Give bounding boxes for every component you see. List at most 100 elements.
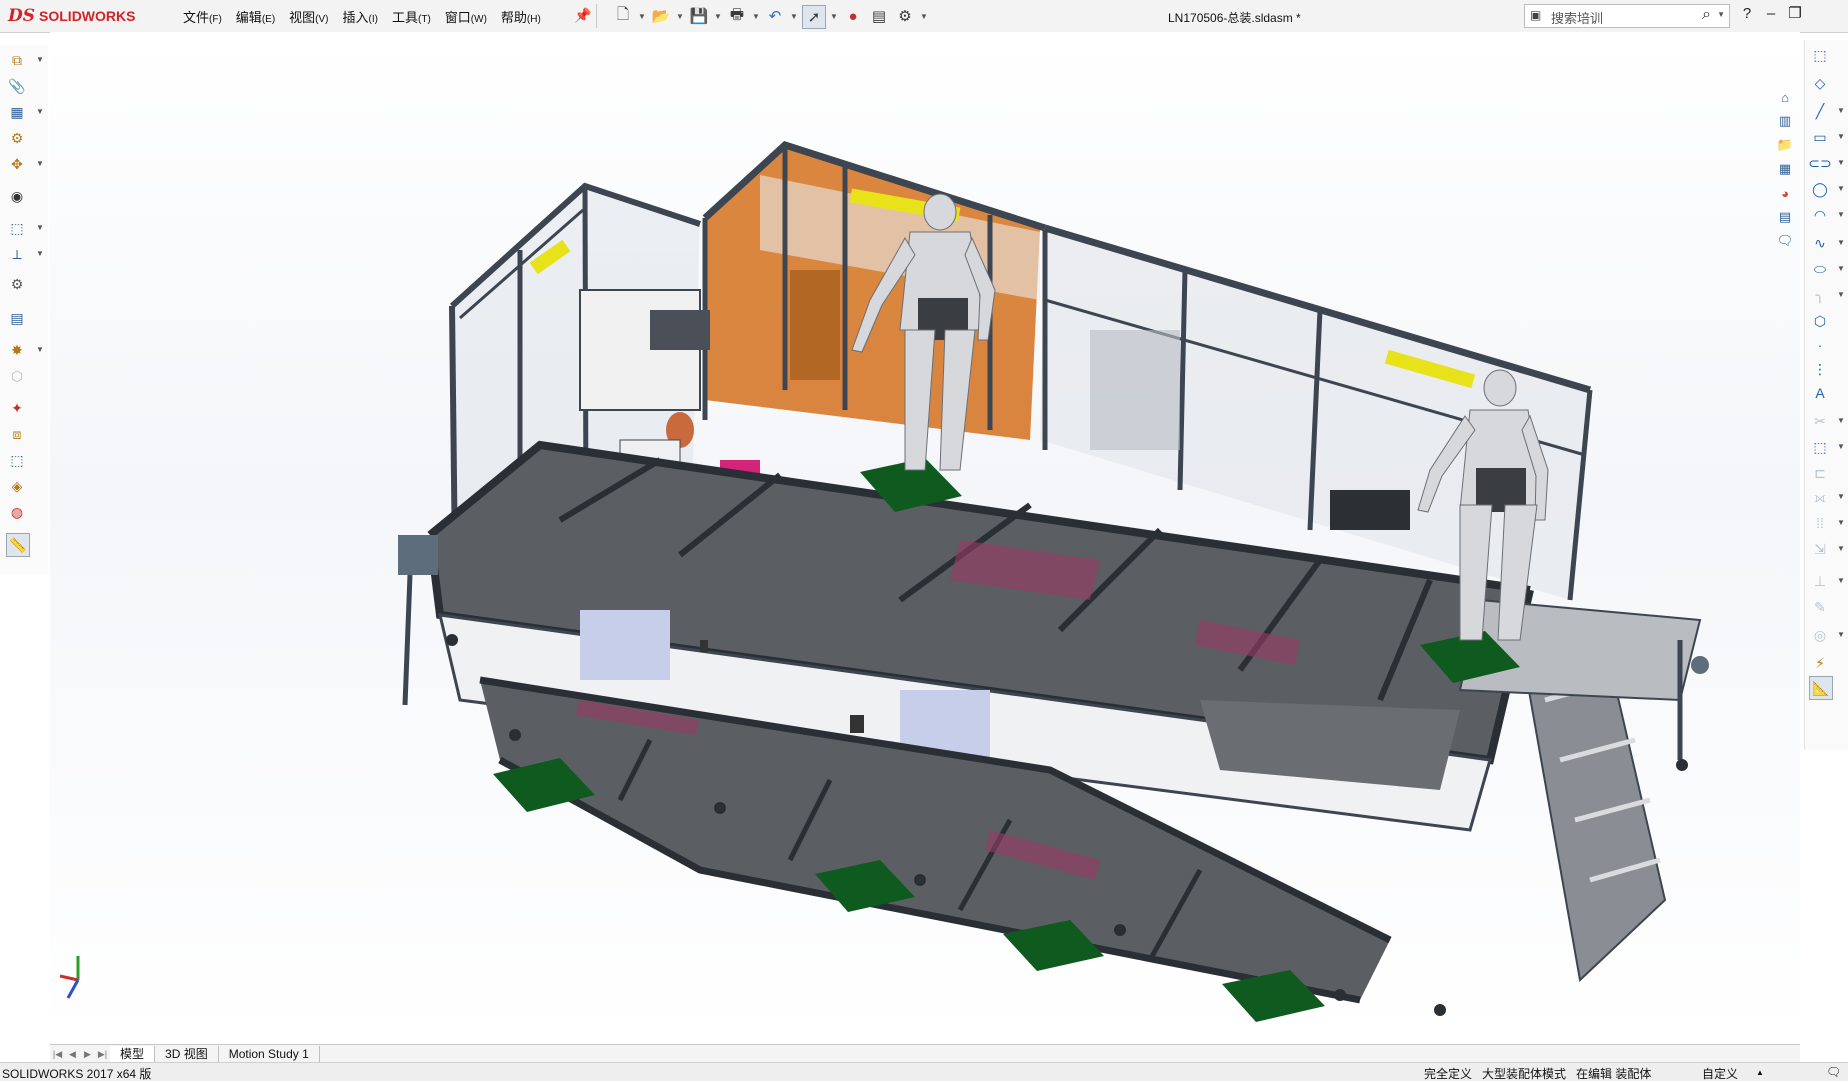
options-gear-icon[interactable]: ⚙	[894, 5, 916, 27]
rapid-sketch-icon[interactable]: ⚡	[1809, 652, 1831, 674]
chevron-down-icon[interactable]: ▼	[36, 223, 44, 232]
chevron-down-icon[interactable]: ▼	[1837, 132, 1845, 141]
smart-dimension-icon[interactable]: ◇	[1809, 72, 1831, 94]
insert-components-icon[interactable]: ⧉	[6, 49, 28, 71]
mate-icon[interactable]: 📎	[6, 75, 28, 97]
move-component-icon[interactable]: ✥	[6, 153, 28, 175]
search-input[interactable]: ▣ 搜索培训 ⌕ ▼	[1524, 4, 1730, 28]
chevron-down-icon[interactable]: ▼	[36, 107, 44, 116]
interference-check-icon[interactable]: ◈	[6, 475, 28, 497]
chevron-down-icon[interactable]: ▼	[830, 5, 838, 27]
open-folder-icon[interactable]: 📂	[650, 5, 672, 27]
polygon-icon[interactable]: ⬡	[1809, 310, 1831, 332]
undo-icon[interactable]: ↶	[764, 5, 786, 27]
exploded-view-icon[interactable]: ✸	[6, 339, 28, 361]
linear-pattern-icon[interactable]: ▦	[6, 101, 28, 123]
circle-icon[interactable]: ◯	[1809, 178, 1831, 200]
sketch-icon[interactable]: ⬚	[1809, 44, 1831, 66]
reference-geometry-icon[interactable]: ⟂	[6, 243, 28, 265]
tab-motion-study[interactable]: Motion Study 1	[219, 1046, 320, 1062]
help-icon[interactable]: ?	[1738, 5, 1756, 22]
file-explorer-icon[interactable]: 📁	[1774, 134, 1796, 156]
slot-icon[interactable]: ⊂⊃	[1808, 152, 1831, 174]
chevron-down-icon[interactable]: ▼	[1837, 184, 1845, 193]
next-tab-icon[interactable]: ▶	[80, 1049, 95, 1060]
prev-tab-icon[interactable]: ◀	[65, 1049, 80, 1060]
convert-entities-icon[interactable]: ⬚	[1809, 436, 1831, 458]
units-selector[interactable]: 自定义	[1702, 1065, 1738, 1082]
menu-insert[interactable]: 插入(I)	[336, 7, 385, 26]
chevron-down-icon[interactable]: ▼	[1837, 492, 1845, 501]
minimize-icon[interactable]: –	[1762, 5, 1780, 22]
menu-file[interactable]: 文件(F)	[176, 7, 229, 26]
chevron-down-icon[interactable]: ▼	[1837, 158, 1845, 167]
last-tab-icon[interactable]: ▶|	[95, 1049, 110, 1060]
design-library-icon[interactable]: ▥	[1774, 110, 1796, 132]
graphics-area[interactable]	[50, 32, 1800, 1044]
centerline-icon[interactable]: ⋮	[1809, 358, 1831, 380]
home-icon[interactable]: ⌂	[1774, 86, 1796, 108]
assembly-model[interactable]	[50, 32, 1800, 1044]
update-speedpak-icon[interactable]: ✦	[6, 397, 28, 419]
chevron-down-icon[interactable]: ▼	[790, 5, 798, 27]
new-document-icon[interactable]: 🗋	[612, 5, 634, 27]
large-assembly-mode-icon[interactable]: ⬚	[6, 449, 28, 471]
pin-menu-icon[interactable]: 📌	[574, 7, 591, 24]
solidworks-logo[interactable]: DS SOLIDWORKS	[8, 4, 153, 28]
forum-icon[interactable]: 🗨	[1774, 230, 1796, 252]
bill-of-materials-icon[interactable]: ▤	[6, 307, 28, 329]
chevron-up-icon[interactable]: ▲	[1756, 1068, 1764, 1077]
chevron-down-icon[interactable]: ▼	[1837, 238, 1845, 247]
view-palette-icon[interactable]: ▦	[1774, 158, 1796, 180]
chevron-down-icon[interactable]: ▼	[752, 5, 760, 27]
select-pointer-icon[interactable]: ➚	[802, 5, 826, 29]
menu-window[interactable]: 窗口(W)	[438, 7, 494, 26]
text-icon[interactable]: A	[1809, 382, 1831, 404]
menu-help[interactable]: 帮助(H)	[494, 7, 548, 26]
chevron-down-icon[interactable]: ▼	[1837, 210, 1845, 219]
tab-3d-views[interactable]: 3D 视图	[155, 1046, 219, 1062]
clearance-verification-icon[interactable]: ◍	[6, 501, 28, 523]
chevron-down-icon[interactable]: ▼	[638, 5, 646, 27]
spline-icon[interactable]: ∿	[1809, 232, 1831, 254]
chevron-down-icon[interactable]: ▼	[1717, 10, 1725, 19]
chevron-down-icon[interactable]: ▼	[36, 159, 44, 168]
chevron-down-icon[interactable]: ▼	[1837, 518, 1845, 527]
arc-icon[interactable]: ◠	[1809, 204, 1831, 226]
chevron-down-icon[interactable]: ▼	[676, 5, 684, 27]
search-scope-icon[interactable]: ▣	[1530, 8, 1541, 22]
instant-2d-icon[interactable]: 📐	[1809, 676, 1833, 700]
rebuild-traffic-light-icon[interactable]: ●	[842, 5, 864, 27]
chevron-down-icon[interactable]: ▼	[1837, 630, 1845, 639]
line-icon[interactable]: ╱	[1809, 100, 1831, 122]
rectangle-icon[interactable]: ▭	[1809, 126, 1831, 148]
menu-edit[interactable]: 编辑(E)	[229, 7, 282, 26]
file-properties-icon[interactable]: ▤	[868, 5, 890, 27]
chevron-down-icon[interactable]: ▼	[1837, 442, 1845, 451]
measure-icon[interactable]: 📏	[6, 533, 30, 557]
save-icon[interactable]: 💾	[688, 5, 710, 27]
chevron-down-icon[interactable]: ▼	[1837, 576, 1845, 585]
chevron-down-icon[interactable]: ▼	[1837, 290, 1845, 299]
chevron-down-icon[interactable]: ▼	[1837, 416, 1845, 425]
tab-model[interactable]: 模型	[110, 1046, 156, 1062]
smart-fasteners-icon[interactable]: ⚙	[6, 127, 28, 149]
menu-view[interactable]: 视图(V)	[282, 7, 335, 26]
ellipse-icon[interactable]: ⬭	[1809, 258, 1831, 280]
chevron-down-icon[interactable]: ▼	[714, 5, 722, 27]
chevron-down-icon[interactable]: ▼	[36, 249, 44, 258]
chevron-down-icon[interactable]: ▼	[36, 55, 44, 64]
custom-properties-icon[interactable]: ▤	[1774, 206, 1796, 228]
assembly-features-icon[interactable]: ⬚	[6, 217, 28, 239]
show-hidden-components-icon[interactable]: ◉	[6, 185, 28, 207]
menu-tools[interactable]: 工具(T)	[385, 7, 438, 26]
chat-icon[interactable]: 🗨	[1826, 1065, 1841, 1079]
chevron-down-icon[interactable]: ▼	[1837, 544, 1845, 553]
search-icon[interactable]: ⌕	[1702, 6, 1711, 24]
chevron-down-icon[interactable]: ▼	[1837, 264, 1845, 273]
chevron-down-icon[interactable]: ▼	[920, 5, 928, 27]
restore-icon[interactable]: ❐	[1786, 4, 1804, 22]
chevron-down-icon[interactable]: ▼	[1837, 106, 1845, 115]
first-tab-icon[interactable]: |◀	[50, 1049, 65, 1060]
print-icon[interactable]: 🖶	[726, 5, 748, 27]
